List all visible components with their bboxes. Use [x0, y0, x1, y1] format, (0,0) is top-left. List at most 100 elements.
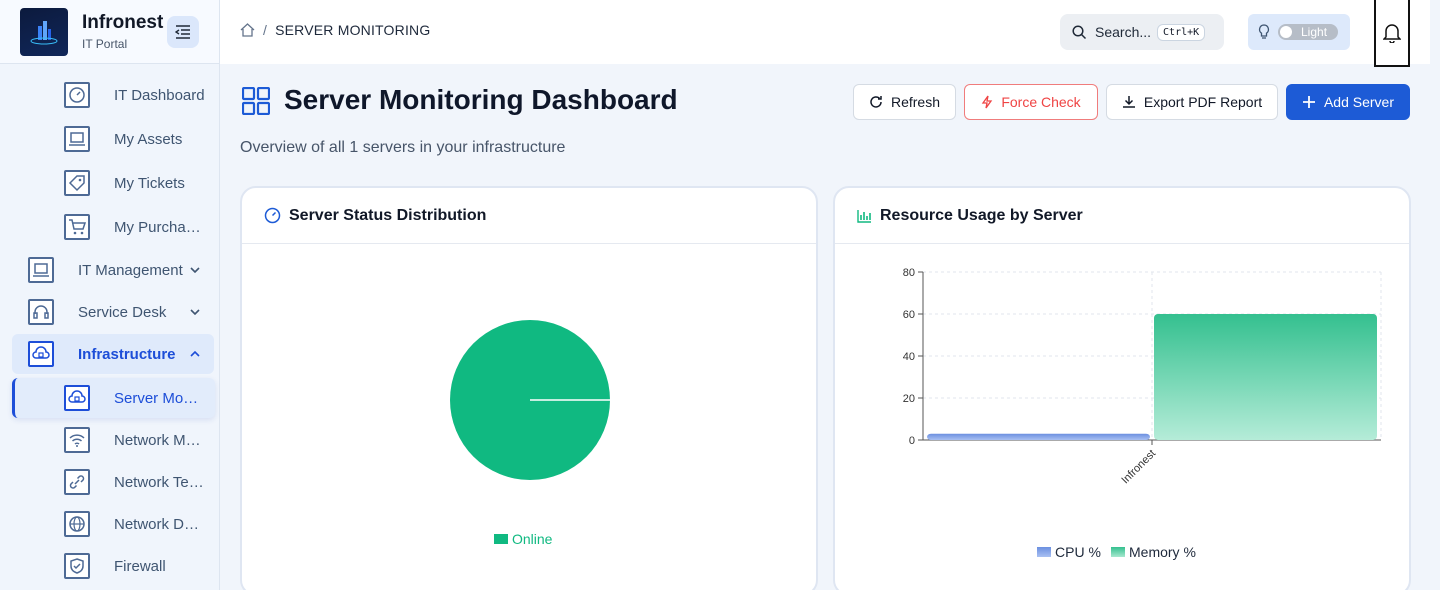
- link-icon: [64, 469, 90, 495]
- add-server-button[interactable]: Add Server: [1286, 84, 1410, 120]
- sidebar-item-label: Firewall: [114, 557, 166, 575]
- tag-icon: [64, 170, 90, 196]
- breadcrumb: / SERVER MONITORING: [240, 22, 430, 38]
- sidebar-item-network-tests[interactable]: Network Te…: [64, 469, 204, 495]
- sidebar-item-label: Network M…: [114, 431, 201, 449]
- refresh-icon: [870, 96, 882, 108]
- legend-online[interactable]: Online: [494, 531, 552, 547]
- y-tick-label: 0: [909, 435, 915, 447]
- sidebar-item-service-desk[interactable]: Service Desk: [28, 299, 200, 325]
- legend-label: CPU %: [1055, 544, 1101, 560]
- sidebar-item-infrastructure[interactable]: Infrastructure: [28, 341, 200, 367]
- search-shortcut: Ctrl+K: [1157, 23, 1206, 41]
- server-status-card: Server Status Distribution Online: [240, 186, 818, 590]
- legend-swatch: [1037, 547, 1051, 557]
- collapse-sidebar-button[interactable]: [167, 16, 199, 48]
- top-header: / SERVER MONITORING Search... Ctrl+K Lig…: [220, 0, 1430, 67]
- status-pie-chart: [450, 320, 610, 480]
- y-tick-label: 20: [903, 393, 915, 405]
- export-pdf-label: Export PDF Report: [1143, 94, 1263, 110]
- refresh-label: Refresh: [890, 94, 941, 110]
- notifications-button[interactable]: [1374, 0, 1410, 67]
- sidebar-item-server-monitoring[interactable]: Server Mo…: [64, 385, 198, 411]
- legend-label: Memory %: [1129, 544, 1196, 560]
- y-tick-label: 80: [903, 267, 915, 279]
- sidebar-item-label: My Tickets: [114, 174, 185, 192]
- sidebar-item-label: Network D…: [114, 515, 200, 533]
- card-title: Server Status Distribution: [289, 206, 487, 224]
- chevron-up-icon: [190, 351, 200, 357]
- sidebar-item-my-tickets[interactable]: My Tickets: [64, 170, 185, 196]
- breadcrumb-current: SERVER MONITORING: [275, 22, 431, 38]
- sidebar-item-label: Server Mo…: [114, 389, 199, 407]
- legend-cpu[interactable]: CPU %: [1037, 544, 1101, 560]
- sidebar-item-label: Network Te…: [114, 473, 204, 491]
- card-header: Server Status Distribution: [242, 188, 816, 244]
- theme-label: Light: [1301, 25, 1328, 39]
- force-check-label: Force Check: [1001, 94, 1081, 110]
- legend-label: Online: [512, 531, 553, 547]
- wifi-icon: [64, 427, 90, 453]
- add-server-label: Add Server: [1323, 94, 1395, 110]
- y-tick-label: 40: [903, 351, 915, 363]
- page-title: Server Monitoring Dashboard: [284, 84, 678, 115]
- cart-icon: [64, 214, 90, 240]
- sidebar-item-it-dashboard[interactable]: IT Dashboard: [64, 82, 205, 108]
- sidebar-item-label: My Purcha…: [114, 218, 201, 236]
- legend-memory[interactable]: Memory %: [1111, 544, 1196, 560]
- card-title: Resource Usage by Server: [880, 206, 1083, 224]
- headset-icon: [28, 299, 54, 325]
- grid-icon: [241, 86, 271, 120]
- brand-name: Infronest: [82, 12, 164, 33]
- theme-toggle[interactable]: Light: [1248, 14, 1350, 50]
- bell-icon: [1383, 23, 1401, 43]
- force-check-button[interactable]: Force Check: [964, 84, 1098, 120]
- page-subtitle: Overview of all 1 servers in your infras…: [240, 139, 566, 156]
- sidebar-item-my-assets[interactable]: My Assets: [64, 126, 182, 152]
- legend-swatch: [1111, 547, 1125, 557]
- sidebar-item-firewall[interactable]: Firewall: [64, 553, 166, 579]
- sidebar-item-it-management[interactable]: IT Management: [28, 257, 200, 283]
- sidebar-item-label: My Assets: [114, 130, 183, 148]
- menu-collapse-icon: [175, 25, 190, 39]
- sidebar-item-network-discovery[interactable]: Network D…: [64, 511, 199, 537]
- card-header: Resource Usage by Server: [835, 188, 1409, 244]
- gauge-icon: [64, 82, 90, 108]
- breadcrumb-separator: /: [263, 22, 268, 38]
- cloud-server-icon: [28, 341, 54, 367]
- sidebar-item-label: Service Desk: [78, 303, 167, 321]
- theme-switch[interactable]: Light: [1278, 24, 1338, 40]
- resource-bar-chart: 0 20 40 60 80 Infronest: [903, 267, 1382, 487]
- x-tick-label: Infronest: [1119, 448, 1158, 487]
- laptop-icon: [28, 257, 54, 283]
- sidebar-item-my-purchases[interactable]: My Purcha…: [64, 214, 201, 240]
- sidebar-item-network-monitoring[interactable]: Network M…: [64, 427, 201, 453]
- refresh-button[interactable]: Refresh: [853, 84, 956, 120]
- logo: [20, 7, 68, 56]
- sidebar-item-label: IT Dashboard: [114, 86, 205, 104]
- bar-chart-icon: [857, 209, 871, 223]
- globe-icon: [64, 511, 90, 537]
- chevron-down-icon: [190, 267, 200, 273]
- search-button[interactable]: Search... Ctrl+K: [1060, 14, 1224, 50]
- sidebar-item-label: Infrastructure: [78, 345, 176, 363]
- search-placeholder: Search...: [1095, 24, 1152, 40]
- shield-icon: [64, 553, 90, 579]
- legend-swatch: [494, 534, 508, 544]
- gauge-icon: [264, 207, 281, 224]
- laptop-icon: [64, 126, 90, 152]
- bar-memory[interactable]: [1154, 314, 1377, 440]
- plus-icon: [1302, 96, 1315, 108]
- download-icon: [1122, 96, 1135, 108]
- lightbulb-icon: [1258, 24, 1270, 39]
- sidebar: Infronest IT Portal IT Dashboard My Asse…: [0, 0, 220, 590]
- cloud-server-icon: [64, 385, 90, 411]
- sidebar-item-label: IT Management: [78, 261, 183, 279]
- home-icon[interactable]: [240, 23, 255, 37]
- lightning-icon: [982, 95, 993, 109]
- bar-cpu[interactable]: [927, 433, 1150, 440]
- y-tick-label: 60: [903, 309, 915, 321]
- export-pdf-button[interactable]: Export PDF Report: [1106, 84, 1278, 120]
- brand-subtitle: IT Portal: [82, 37, 128, 51]
- search-icon: [1072, 24, 1087, 39]
